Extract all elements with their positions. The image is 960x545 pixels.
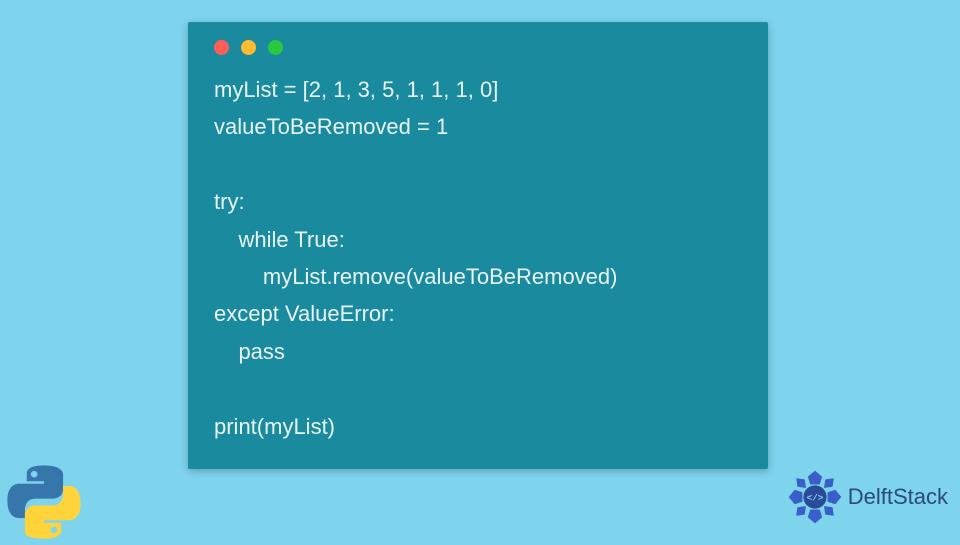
delftstack-logo: </> DelftStack xyxy=(786,468,948,526)
maximize-icon xyxy=(268,40,283,55)
python-logo-icon xyxy=(6,464,82,540)
delftstack-label: DelftStack xyxy=(848,484,948,510)
code-block: myList = [2, 1, 3, 5, 1, 1, 1, 0] valueT… xyxy=(214,71,742,445)
minimize-icon xyxy=(241,40,256,55)
window-titlebar xyxy=(214,40,742,55)
close-icon xyxy=(214,40,229,55)
code-window: myList = [2, 1, 3, 5, 1, 1, 1, 0] valueT… xyxy=(188,22,768,469)
svg-text:</>: </> xyxy=(806,492,823,503)
delftstack-icon: </> xyxy=(786,468,844,526)
